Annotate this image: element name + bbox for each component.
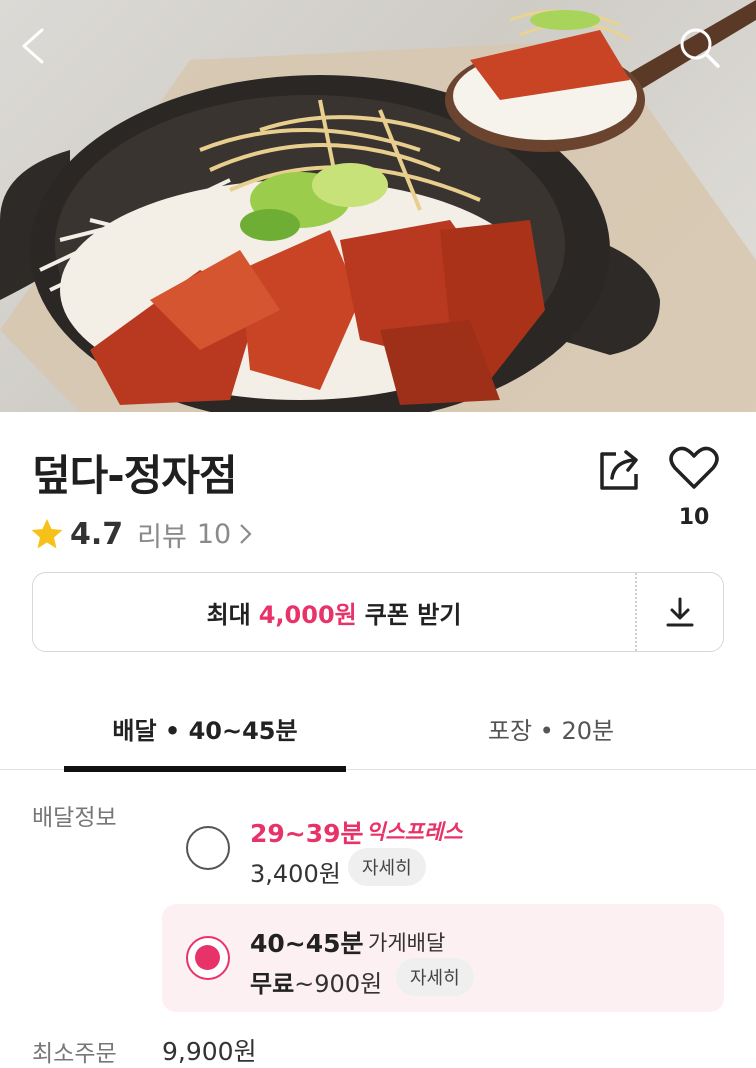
coupon-download-button[interactable] (637, 573, 723, 651)
rating-row: 4.7 리뷰 10 (30, 514, 253, 554)
review-count: 10 (196, 518, 232, 550)
heart-icon (669, 446, 719, 489)
min-order-label: 최소주문 (32, 1041, 117, 1067)
tab-pickup[interactable]: 포장 • 20분 (410, 686, 692, 770)
delivery-info-label: 배달정보 (32, 805, 117, 831)
search-button[interactable] (678, 26, 734, 82)
delivery-option-store[interactable]: 40~45분 가게배달 무료~900원 자세히 (162, 904, 724, 1012)
store-hero-image (0, 0, 756, 412)
coupon-banner: 최대 4,000원 쿠폰 받기 (32, 572, 724, 652)
delivery-type: 가게배달 (368, 931, 446, 955)
express-badge: 익스프레스 (366, 820, 463, 844)
coupon-button[interactable]: 최대 4,000원 쿠폰 받기 (33, 573, 637, 651)
like-count: 10 (678, 505, 710, 530)
delivery-option-express[interactable]: 29~39분 익스프레스 3,400원 자세히 (162, 800, 724, 892)
star-icon (31, 519, 63, 549)
share-button[interactable] (592, 442, 648, 498)
radio-store-delivery[interactable] (186, 936, 230, 980)
chevron-right-icon (240, 524, 252, 544)
rice-bowl-photo (0, 0, 756, 412)
detail-button[interactable]: 자세히 (348, 848, 426, 886)
like-button[interactable] (664, 440, 724, 496)
radio-express[interactable] (186, 826, 230, 870)
back-arrow-icon (22, 28, 44, 64)
fee-range: ~900원 (294, 970, 383, 998)
share-icon (600, 450, 638, 490)
fee-free: 무료 (250, 970, 295, 998)
coupon-prefix: 최대 (206, 600, 251, 629)
option-time: 40~45분 (250, 929, 364, 958)
coupon-suffix: 쿠폰 받기 (364, 600, 462, 629)
tab-delivery[interactable]: 배달 • 40~45분 (64, 686, 346, 772)
back-button[interactable] (18, 26, 74, 82)
download-icon (666, 597, 694, 627)
rating-value: 4.7 (70, 516, 124, 552)
review-label: 리뷰 (137, 521, 187, 553)
detail-button[interactable]: 자세히 (396, 958, 474, 996)
option-time: 29~39분 (250, 819, 364, 848)
coupon-amount: 4,000원 (258, 600, 357, 629)
min-order-value: 9,900원 (162, 1037, 257, 1066)
search-icon (680, 28, 720, 68)
review-link[interactable]: 리뷰 10 (137, 515, 253, 554)
order-type-tabs: 배달 • 40~45분 포장 • 20분 (0, 686, 756, 772)
option-fee: 3,400원 (250, 860, 341, 888)
store-name: 덮다-정자점 (32, 451, 238, 500)
